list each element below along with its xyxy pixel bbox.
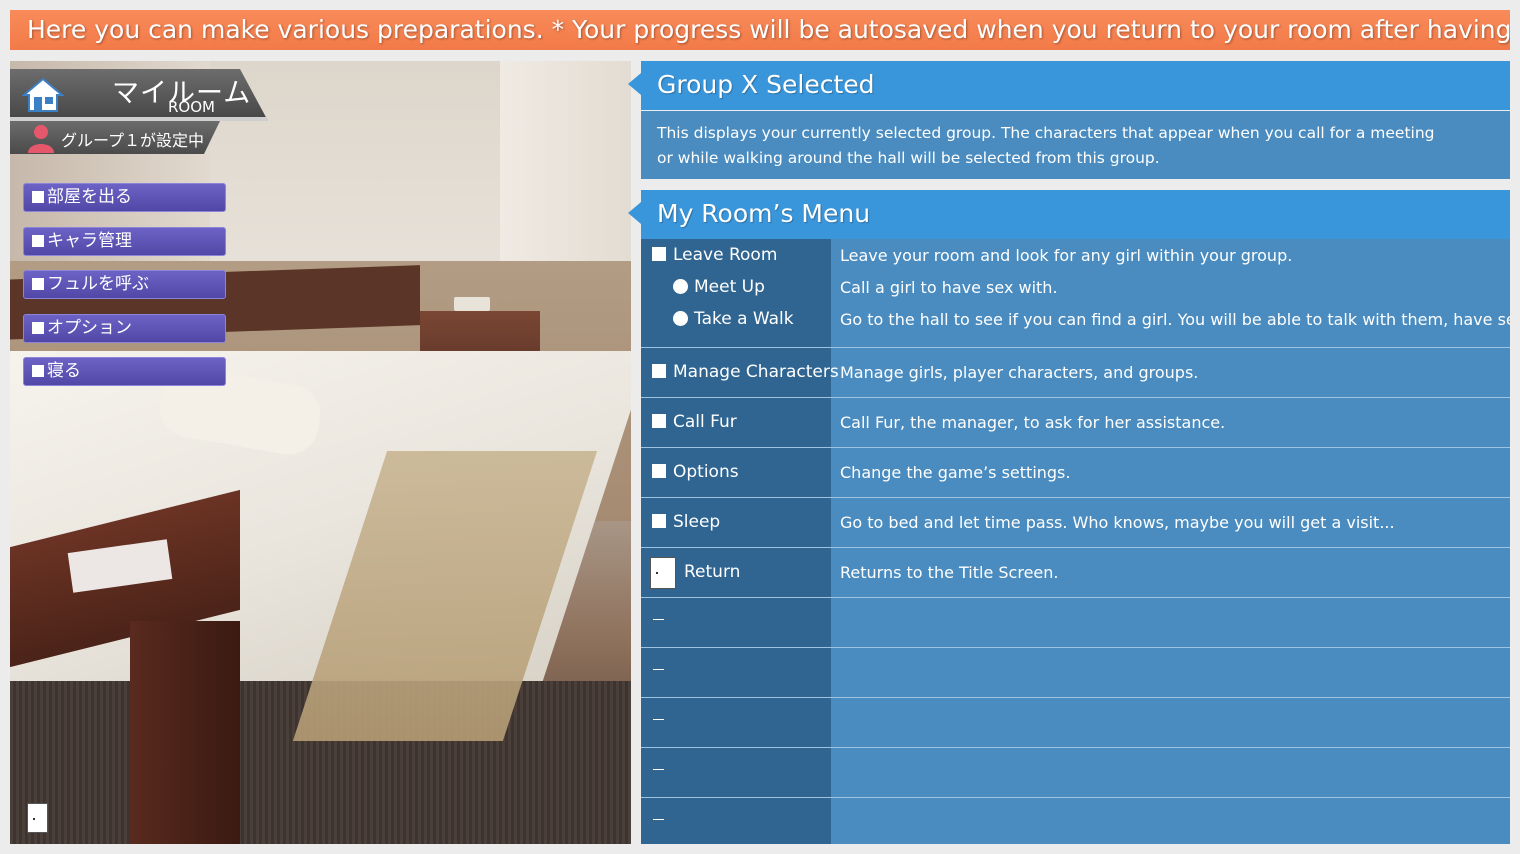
empty-dash xyxy=(653,769,664,770)
group-status-label: グループ１が設定中 xyxy=(61,131,205,150)
menu-row-return: Return Returns to the Title Screen. xyxy=(641,548,1510,598)
empty-dash xyxy=(653,619,664,620)
door-icon[interactable] xyxy=(27,803,48,833)
menu-panel-title: My Room’s Menu xyxy=(628,190,1510,239)
menu-table: Leave Room Leave your room and look for … xyxy=(641,239,1510,844)
checkbox-icon xyxy=(652,514,666,528)
jp-menu-manage-characters-button[interactable]: キャラ管理 xyxy=(23,227,226,256)
checkbox-icon xyxy=(652,247,666,261)
jp-menu-sleep-button[interactable]: 寝る xyxy=(23,357,226,386)
person-icon xyxy=(28,125,54,153)
meet-up-label: Meet Up xyxy=(673,277,765,297)
room-title-plate: マイルーム ROOM xyxy=(10,69,268,121)
menu-row-leave-room: Leave Room Leave your room and look for … xyxy=(641,239,1510,348)
group-panel-title: Group X Selected xyxy=(628,61,1510,110)
jp-menu-label: フュルを呼ぶ xyxy=(47,274,149,294)
bullet-dot-icon xyxy=(673,311,688,326)
empty-dash xyxy=(653,669,664,670)
leave-room-desc: Leave your room and look for any girl wi… xyxy=(840,246,1293,265)
jp-menu-label: 部屋を出る xyxy=(47,187,132,207)
group-status-plate: グループ１が設定中 xyxy=(10,121,220,154)
call-fur-desc: Call Fur, the manager, to ask for her as… xyxy=(840,413,1226,432)
menu-row-empty xyxy=(641,798,1510,844)
door-icon xyxy=(650,557,676,589)
checkbox-icon xyxy=(652,364,666,378)
square-bullet-icon xyxy=(32,191,44,203)
manage-characters-label: Manage Characters xyxy=(652,362,839,382)
home-icon xyxy=(22,77,64,112)
menu-row-options: Options Change the game’s settings. xyxy=(641,448,1510,498)
checkbox-icon xyxy=(652,464,666,478)
menu-row-empty xyxy=(641,648,1510,698)
square-bullet-icon xyxy=(32,235,44,247)
room-scene xyxy=(10,61,631,844)
empty-dash xyxy=(653,819,664,820)
bullet-dot-icon xyxy=(673,279,688,294)
square-bullet-icon xyxy=(32,278,44,290)
jp-menu-options-button[interactable]: オプション xyxy=(23,314,226,343)
square-bullet-icon xyxy=(32,322,44,334)
group-panel-description: This displays your currently selected gr… xyxy=(641,111,1510,179)
checkbox-icon xyxy=(652,414,666,428)
return-label: Return xyxy=(684,562,741,582)
menu-row-empty xyxy=(641,748,1510,798)
instruction-banner: Here you can make various preparations. … xyxy=(10,10,1510,50)
sleep-desc: Go to bed and let time pass. Who knows, … xyxy=(840,513,1395,532)
options-label: Options xyxy=(652,462,739,482)
return-desc: Returns to the Title Screen. xyxy=(840,563,1059,582)
group-desc-line: or while walking around the hall will be… xyxy=(657,149,1160,167)
menu-row-manage-characters: Manage Characters Manage girls, player c… xyxy=(641,348,1510,398)
menu-row-sleep: Sleep Go to bed and let time pass. Who k… xyxy=(641,498,1510,548)
sleep-label: Sleep xyxy=(652,512,720,532)
jp-menu-leave-room-button[interactable]: 部屋を出る xyxy=(23,183,226,212)
group-desc-line: This displays your currently selected gr… xyxy=(657,124,1435,142)
options-desc: Change the game’s settings. xyxy=(840,463,1071,482)
room-title-en: ROOM xyxy=(168,98,215,116)
menu-row-empty xyxy=(641,598,1510,648)
meet-up-desc: Call a girl to have sex with. xyxy=(840,278,1058,297)
take-a-walk-label: Take a Walk xyxy=(673,309,794,329)
call-fur-label: Call Fur xyxy=(652,412,737,432)
jp-menu-label: 寝る xyxy=(47,361,81,381)
leave-room-label: Leave Room xyxy=(652,245,777,265)
menu-row-call-fur: Call Fur Call Fur, the manager, to ask f… xyxy=(641,398,1510,448)
jp-menu-label: オプション xyxy=(47,318,132,338)
manage-characters-desc: Manage girls, player characters, and gro… xyxy=(840,363,1199,382)
jp-menu-call-fur-button[interactable]: フュルを呼ぶ xyxy=(23,270,226,299)
jp-menu-label: キャラ管理 xyxy=(47,231,132,251)
menu-row-empty xyxy=(641,698,1510,748)
square-bullet-icon xyxy=(32,365,44,377)
take-a-walk-desc: Go to the hall to see if you can find a … xyxy=(840,310,1510,329)
empty-dash xyxy=(653,719,664,720)
